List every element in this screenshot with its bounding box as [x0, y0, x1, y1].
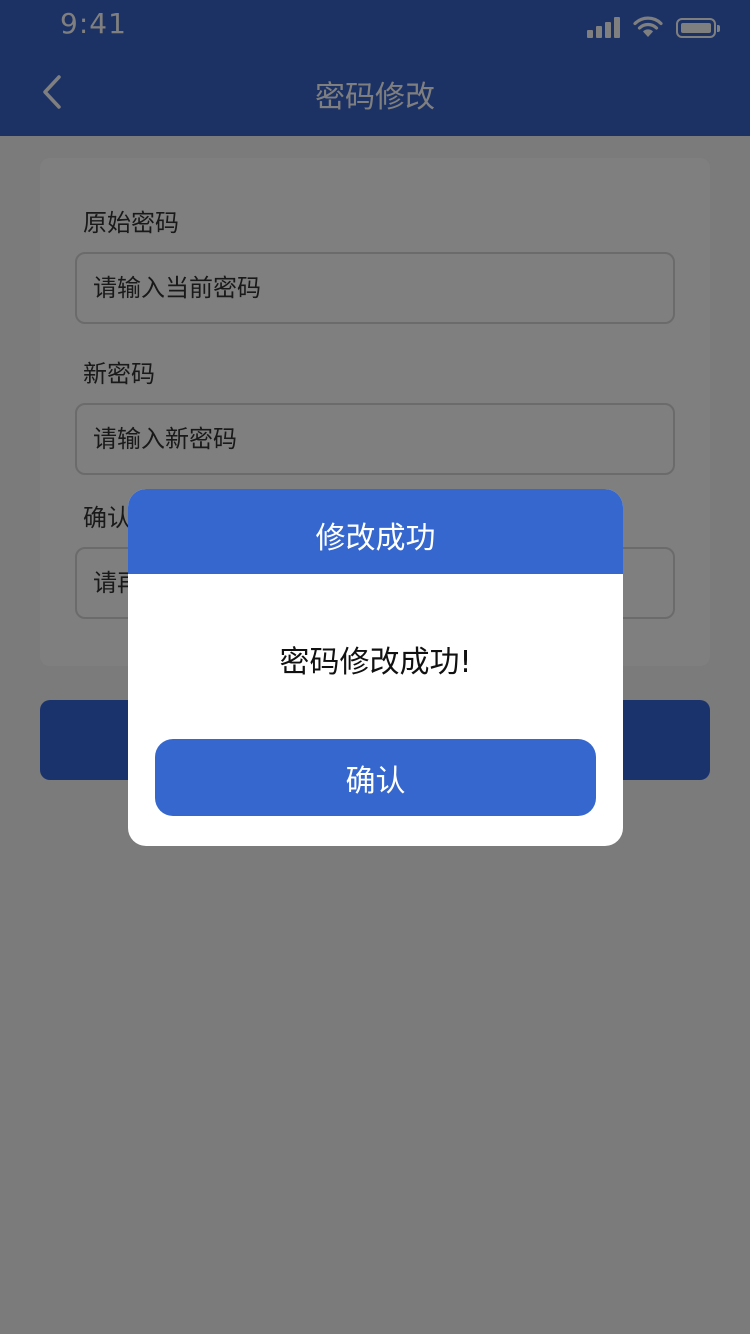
dialog-title: 修改成功 — [315, 521, 436, 556]
dialog-confirm-button[interactable]: 确认 — [155, 739, 596, 816]
success-dialog: 修改成功 密码修改成功! 确认 — [128, 489, 623, 846]
dialog-message: 密码修改成功! — [279, 645, 472, 680]
dialog-header: 修改成功 — [128, 489, 623, 574]
